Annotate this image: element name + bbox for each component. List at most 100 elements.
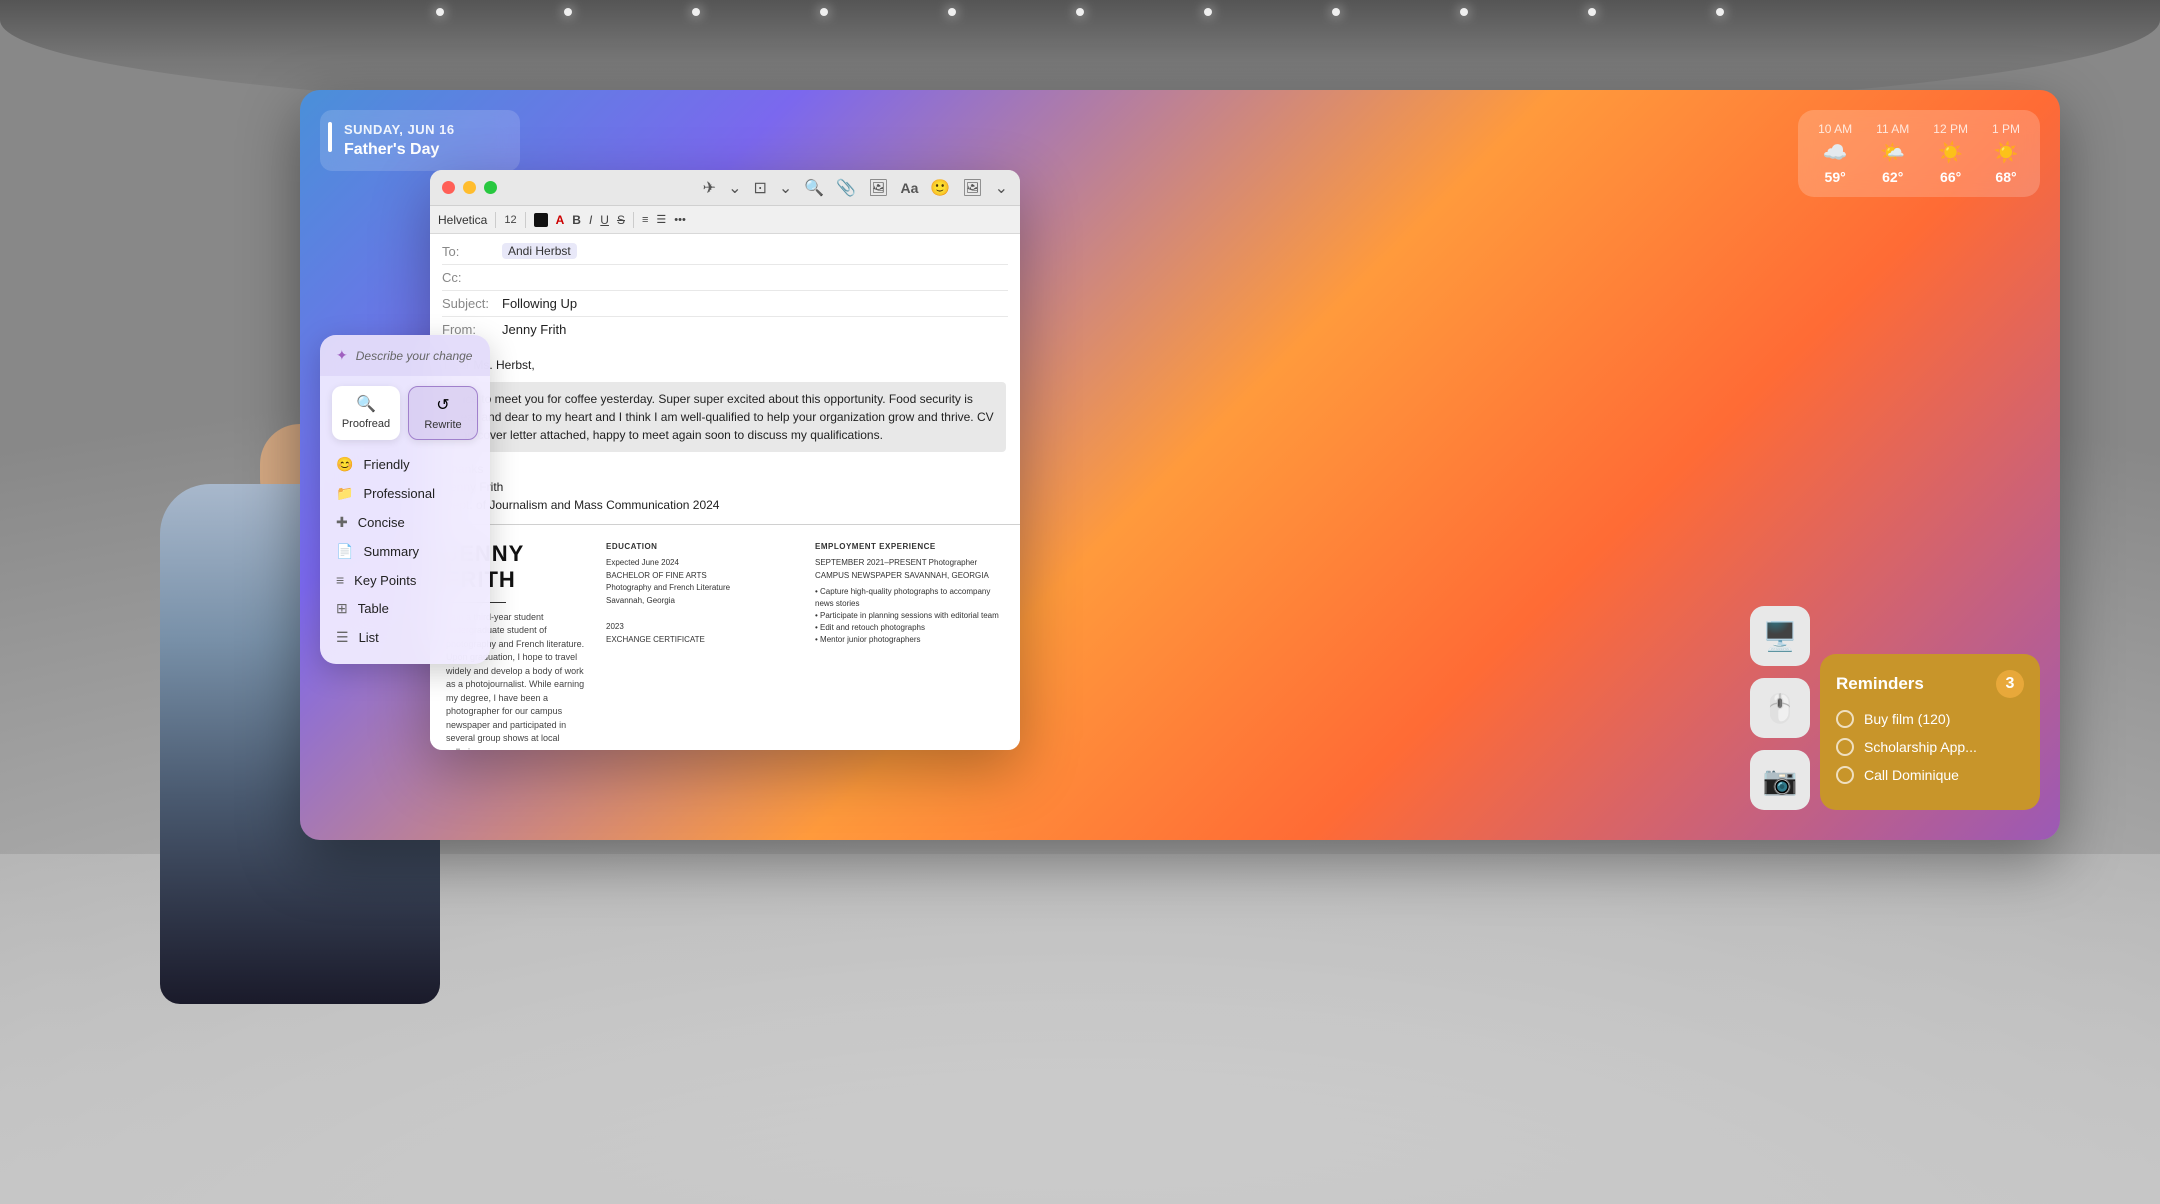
format-divider-3 xyxy=(633,212,634,228)
mail-fields: To: Andi Herbst Cc: Subject: Following U… xyxy=(430,234,1020,346)
ai-menu-professional[interactable]: 📁 Professional xyxy=(320,479,490,508)
strikethrough-button[interactable]: S xyxy=(617,213,625,227)
ai-menu-concise[interactable]: ✚ Concise xyxy=(320,508,490,537)
reminders-title: Reminders xyxy=(1836,674,1924,694)
cc-label: Cc: xyxy=(442,270,502,285)
ai-menu-summary[interactable]: 📄 Summary xyxy=(320,537,490,566)
ai-actions: 🔍 Proofread ↺ Rewrite xyxy=(320,376,490,450)
font-name[interactable]: Helvetica xyxy=(438,213,487,227)
weather-time-1: 10 AM xyxy=(1818,122,1852,136)
italic-button[interactable]: I xyxy=(589,213,592,227)
photo-icon[interactable]: 🖼 xyxy=(868,178,888,198)
resume-education-details: Expected June 2024 BACHELOR OF FINE ARTS… xyxy=(606,557,795,647)
send-icon[interactable]: ✈ xyxy=(703,178,716,198)
weather-hour-2: 11 AM 🌤️ 62° xyxy=(1876,122,1909,185)
color-swatch[interactable] xyxy=(534,213,548,227)
format-divider-1 xyxy=(495,212,496,228)
weather-temp-1: 59° xyxy=(1825,169,1846,185)
weather-icon-1: ☁️ xyxy=(1823,140,1848,165)
rewrite-label: Rewrite xyxy=(424,419,461,431)
summary-label: Summary xyxy=(363,544,419,559)
resume-education-title: EDUCATION xyxy=(606,541,795,554)
chevron-icon-2[interactable]: ⌄ xyxy=(779,178,792,198)
close-button[interactable] xyxy=(442,181,455,194)
bold-button[interactable]: B xyxy=(572,213,581,227)
weather-hour-3: 12 PM ☀️ 66° xyxy=(1933,122,1968,185)
mail-body[interactable]: Dear Ms. Herbst, Nice to meet you for co… xyxy=(430,346,1020,524)
reminder-text-3: Call Dominique xyxy=(1864,767,1959,783)
key-points-icon: ≡ xyxy=(336,572,344,588)
underline-button[interactable]: U xyxy=(600,213,609,227)
reminder-item-2[interactable]: Scholarship App... xyxy=(1836,738,2024,756)
weather-time-3: 12 PM xyxy=(1933,122,1968,136)
presentation-screen: SUNDAY, JUN 16 Father's Day 10 AM ☁️ 59°… xyxy=(300,90,2060,840)
list-icon[interactable]: ☰ xyxy=(656,213,666,226)
subject-field-row: Subject: Following Up xyxy=(442,291,1008,317)
proofread-label: Proofread xyxy=(342,418,390,430)
chevron-icon[interactable]: ⌄ xyxy=(728,178,741,198)
mail-toolbar-icons: ✈ ⌄ ⊡ ⌄ 🔍 📎 🖼 Aa 🙂 🖼 ⌄ xyxy=(703,178,1008,198)
to-value[interactable]: Andi Herbst xyxy=(502,243,577,259)
mail-greeting: Dear Ms. Herbst, xyxy=(444,356,1006,374)
reminder-checkbox-2[interactable] xyxy=(1836,738,1854,756)
calendar-bar xyxy=(328,122,332,152)
text-color-icon[interactable]: A xyxy=(556,213,565,227)
to-field-row: To: Andi Herbst xyxy=(442,238,1008,265)
friendly-icon: 😊 xyxy=(336,456,353,473)
reminder-text-2: Scholarship App... xyxy=(1864,739,1977,755)
ceiling-lights xyxy=(0,0,2160,16)
chevron-icon-3[interactable]: ⌄ xyxy=(995,178,1008,198)
proofread-icon: 🔍 xyxy=(356,394,376,414)
font-size[interactable]: 12 xyxy=(504,214,516,226)
ai-writing-panel: ✦ Describe your change 🔍 Proofread ↺ Rew… xyxy=(320,335,490,664)
weather-hour-1: 10 AM ☁️ 59° xyxy=(1818,122,1852,185)
minimize-button[interactable] xyxy=(463,181,476,194)
mail-window: ✈ ⌄ ⊡ ⌄ 🔍 📎 🖼 Aa 🙂 🖼 ⌄ Helvetica 12 A B … xyxy=(430,170,1020,750)
layout-icon[interactable]: ⊡ xyxy=(753,178,766,198)
app-icon-1[interactable]: 🖥️ xyxy=(1750,606,1810,666)
reminder-checkbox-1[interactable] xyxy=(1836,710,1854,728)
subject-label: Subject: xyxy=(442,296,502,311)
from-field-row: From: Jenny Frith xyxy=(442,317,1008,342)
reminder-checkbox-3[interactable] xyxy=(1836,766,1854,784)
ai-menu-friendly[interactable]: 😊 Friendly xyxy=(320,450,490,479)
app-icon-3[interactable]: 📷 xyxy=(1750,750,1810,810)
reminders-header: Reminders 3 xyxy=(1836,670,2024,698)
more-icon[interactable]: ••• xyxy=(674,214,686,226)
subject-value[interactable]: Following Up xyxy=(502,296,577,311)
rewrite-icon: ↺ xyxy=(436,395,449,415)
reminders-count: 3 xyxy=(1996,670,2024,698)
resume-bullet-points: • Capture high-quality photographs to ac… xyxy=(815,586,1004,646)
format-divider-2 xyxy=(525,212,526,228)
calendar-holiday: Father's Day xyxy=(344,141,504,159)
mail-format-bar: Helvetica 12 A B I U S ≡ ☰ ••• xyxy=(430,206,1020,234)
concise-label: Concise xyxy=(358,515,405,530)
weather-icon-4: ☀️ xyxy=(1994,140,2019,165)
weather-icon-2: 🌤️ xyxy=(1880,140,1905,165)
align-left-icon[interactable]: ≡ xyxy=(642,214,648,226)
mail-body-text: Nice to meet you for coffee yesterday. S… xyxy=(454,392,994,442)
from-value[interactable]: Jenny Frith xyxy=(502,322,566,337)
reminder-item-3[interactable]: Call Dominique xyxy=(1836,766,2024,784)
emoji-icon[interactable]: 🙂 xyxy=(930,178,950,198)
list-label: List xyxy=(359,630,379,645)
ai-panel-header: ✦ Describe your change xyxy=(320,335,490,376)
maximize-button[interactable] xyxy=(484,181,497,194)
weather-icon-3: ☀️ xyxy=(1938,140,1963,165)
reminders-widget: Reminders 3 Buy film (120) Scholarship A… xyxy=(1820,654,2040,810)
mail-titlebar: ✈ ⌄ ⊡ ⌄ 🔍 📎 🖼 Aa 🙂 🖼 ⌄ xyxy=(430,170,1020,206)
to-label: To: xyxy=(442,244,502,259)
font-size-icon[interactable]: Aa xyxy=(900,180,918,196)
app-icon-2[interactable]: 🖱️ xyxy=(1750,678,1810,738)
reminder-item-1[interactable]: Buy film (120) xyxy=(1836,710,2024,728)
photo-attach-icon[interactable]: 🖼 xyxy=(962,178,982,198)
weather-temp-3: 66° xyxy=(1940,169,1961,185)
search-icon[interactable]: 🔍 xyxy=(804,178,824,198)
proofread-button[interactable]: 🔍 Proofread xyxy=(332,386,400,440)
ai-menu-list[interactable]: ☰ List xyxy=(320,623,490,652)
list-menu-icon: ☰ xyxy=(336,629,349,646)
ai-menu-table[interactable]: ⊞ Table xyxy=(320,594,490,623)
ai-menu-key-points[interactable]: ≡ Key Points xyxy=(320,566,490,594)
attach-icon[interactable]: 📎 xyxy=(836,178,856,198)
rewrite-button[interactable]: ↺ Rewrite xyxy=(408,386,478,440)
